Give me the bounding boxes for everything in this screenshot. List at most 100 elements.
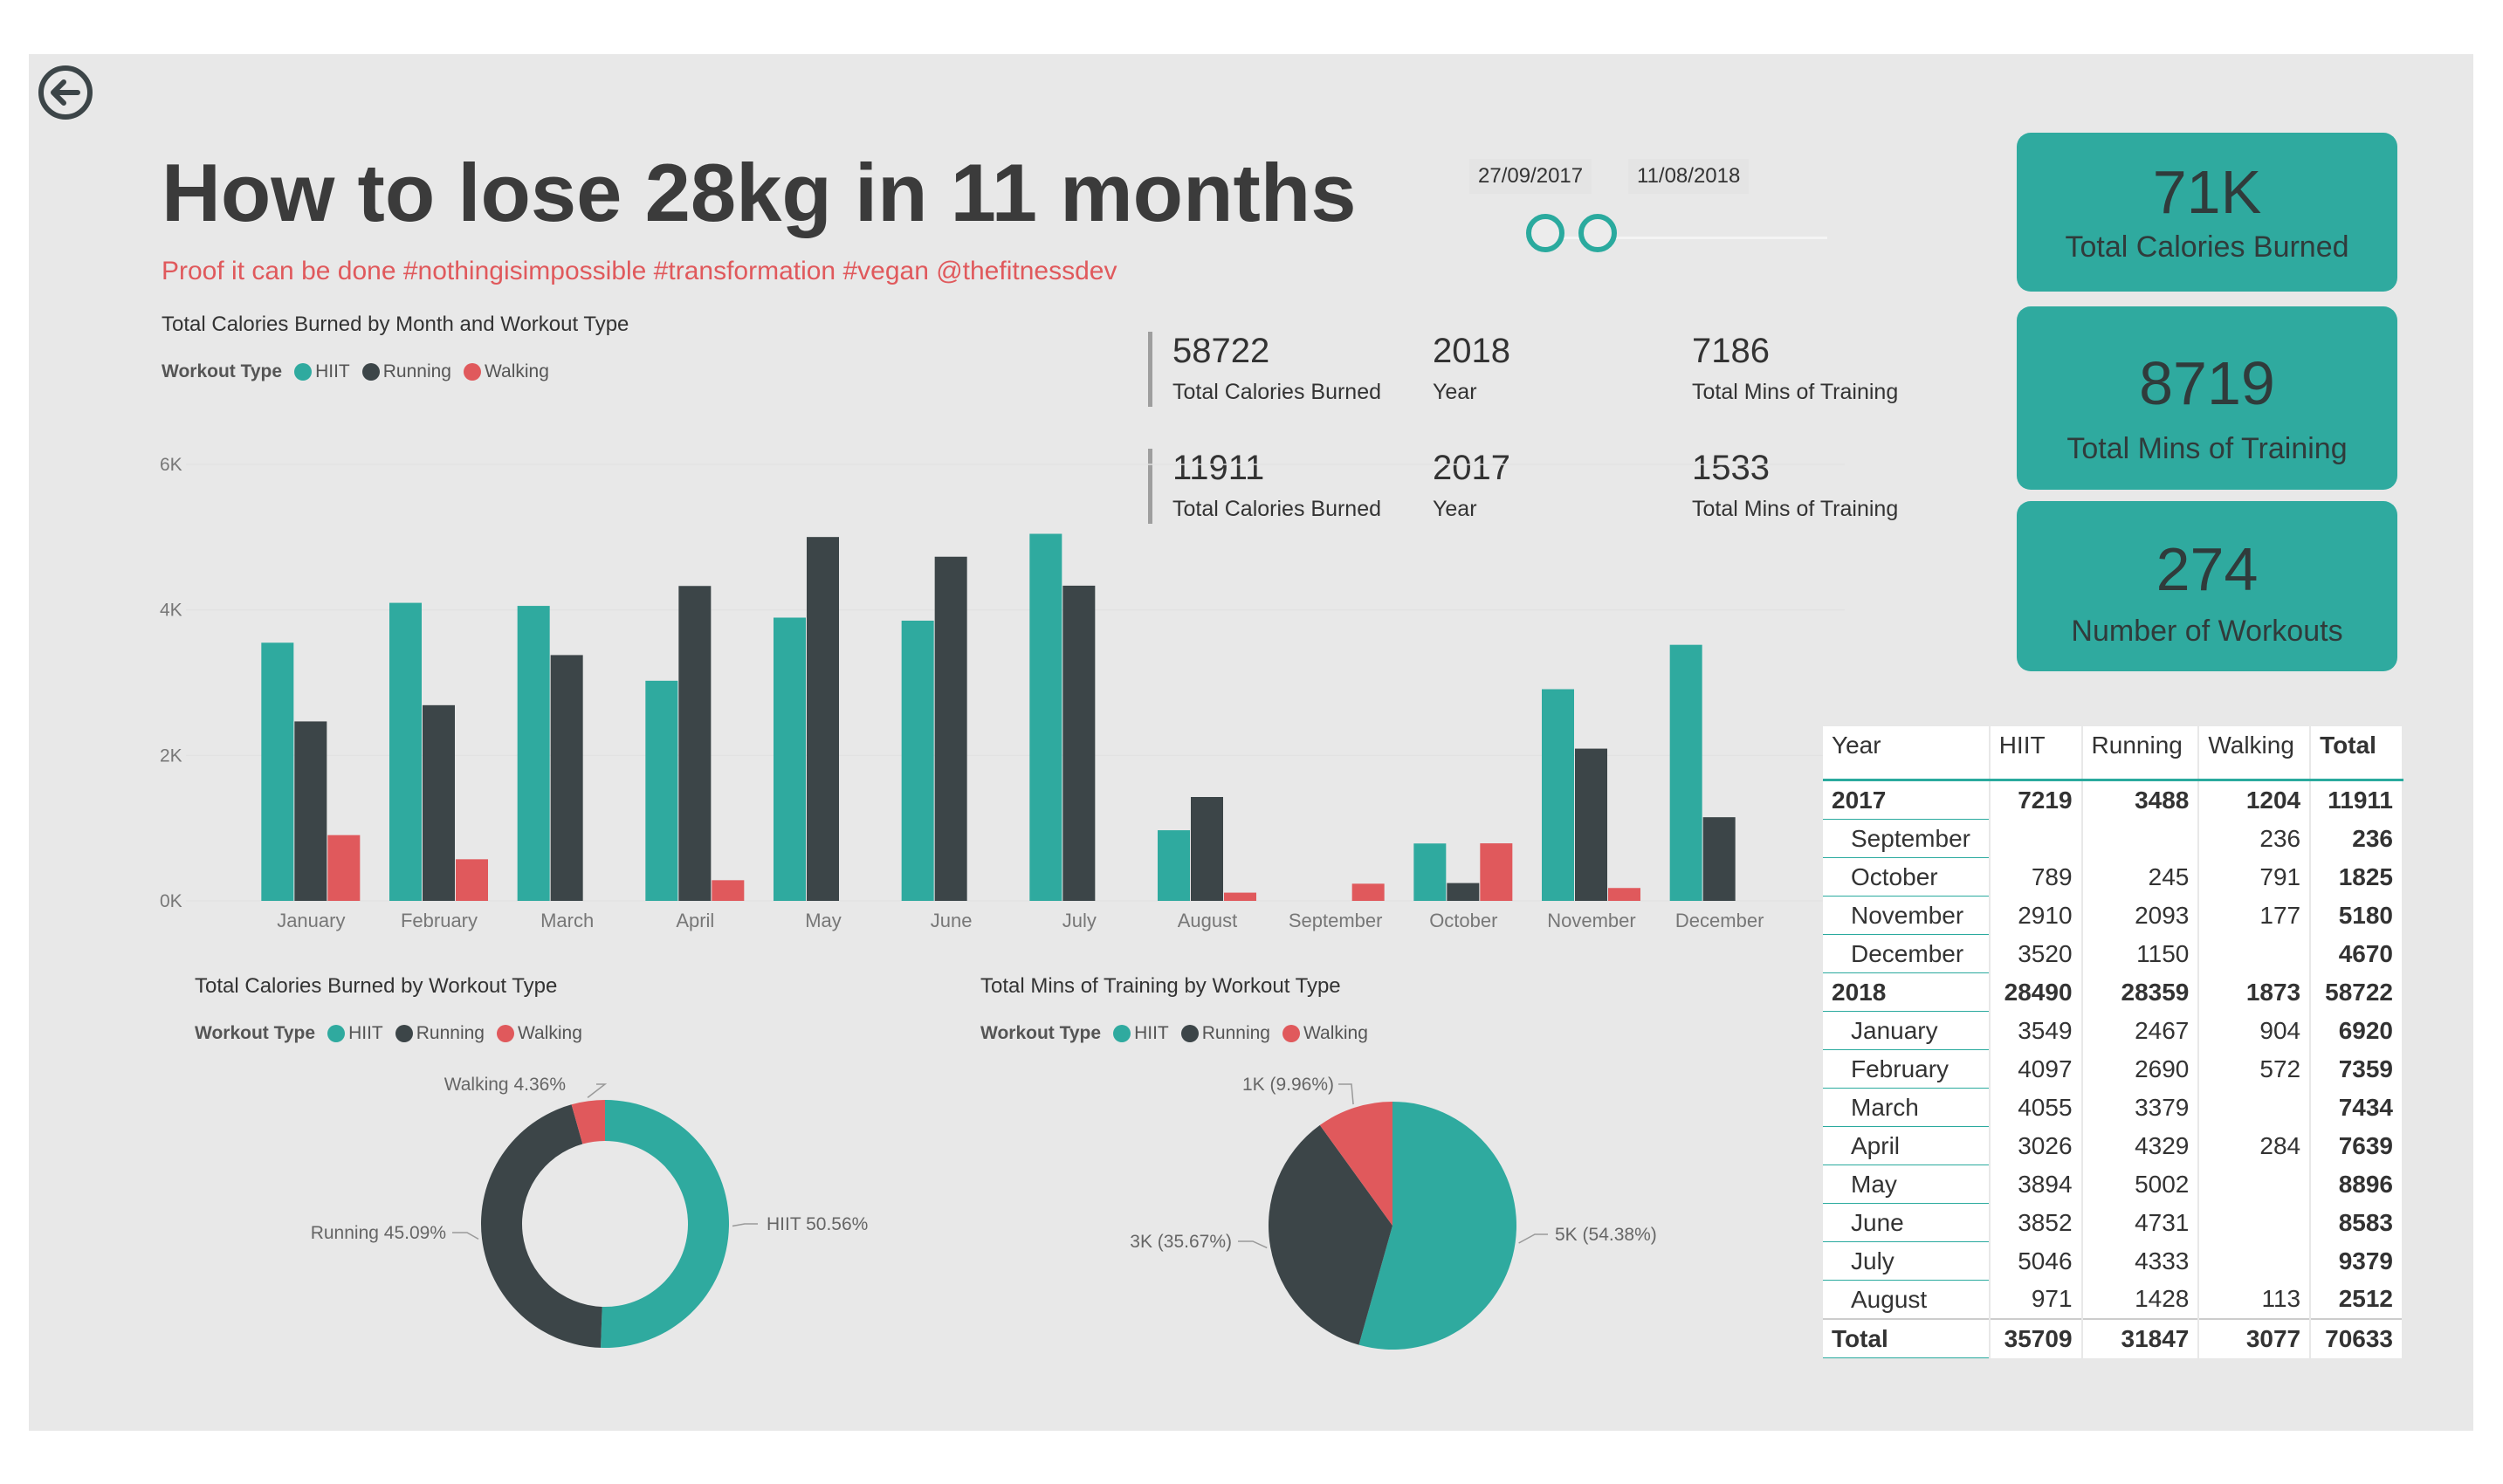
legend-title: Workout Type — [162, 361, 283, 381]
data-label: 1K (9.96%) — [1242, 1075, 1334, 1095]
bar-hiit-november[interactable] — [1542, 689, 1574, 902]
legend-item-walking[interactable]: Walking — [463, 361, 549, 382]
matrix-cell: 35709 — [1989, 1318, 2083, 1358]
legend-item-running[interactable]: Running — [1180, 1023, 1270, 1044]
bar-hiit-april[interactable] — [645, 680, 678, 901]
matrix-cell: 113 — [2198, 1280, 2312, 1319]
bar-walking-november[interactable] — [1608, 888, 1640, 901]
slice-hiit[interactable] — [601, 1100, 729, 1348]
matrix-cell: 3549 — [1989, 1011, 2083, 1050]
matrix-row-label: October — [1823, 857, 1991, 897]
y-tick-label: 2K — [160, 745, 182, 766]
bar-running-march[interactable] — [550, 655, 583, 901]
kpi-card-workouts: 274 Number of Workouts — [2017, 501, 2397, 671]
matrix-cell: 4055 — [1989, 1088, 2083, 1127]
kpi-label: Total Calories Burned — [2065, 230, 2349, 264]
matrix-column-header[interactable]: Running — [2081, 726, 2200, 781]
legend-label: HIIT — [348, 1023, 383, 1043]
bar-running-october[interactable] — [1447, 883, 1480, 901]
page-subtitle: Proof it can be done #nothingisimpossibl… — [162, 257, 1117, 285]
matrix-row: February 4097 2690 572 7359 — [1823, 1049, 2403, 1089]
matrix-cell: 2093 — [2081, 896, 2200, 935]
matrix-row: May 3894 5002 8896 — [1823, 1165, 2403, 1204]
matrix-row-label[interactable]: 2018 — [1823, 972, 1991, 1012]
date-start-input[interactable]: 27/09/2017 — [1469, 159, 1592, 194]
bar-running-june[interactable] — [934, 556, 967, 901]
x-tick-label: February — [401, 910, 478, 931]
bar-running-january[interactable] — [294, 721, 327, 901]
legend-item-running[interactable]: Running — [361, 361, 451, 382]
bar-walking-august[interactable] — [1224, 892, 1256, 901]
matrix-row-label[interactable]: 2017 — [1823, 780, 1991, 820]
date-end-input[interactable]: 11/08/2018 — [1628, 159, 1750, 194]
matrix-cell: 28490 — [1989, 972, 2083, 1012]
matrix-column-header[interactable]: Year — [1823, 726, 1991, 781]
matrix-cell: 4731 — [2081, 1203, 2200, 1242]
matrix-row-label: May — [1823, 1165, 1991, 1204]
legend-item-running[interactable]: Running — [395, 1023, 485, 1044]
bar-walking-september[interactable] — [1351, 883, 1385, 901]
matrix-row-label: Total — [1823, 1318, 1991, 1358]
bar-running-december[interactable] — [1702, 817, 1736, 901]
bar-walking-february[interactable] — [456, 859, 488, 901]
matrix-row-label: July — [1823, 1241, 1991, 1281]
matrix-cell: 572 — [2198, 1049, 2312, 1089]
bar-running-february[interactable] — [423, 704, 455, 901]
matrix-cell: 1873 — [2198, 972, 2312, 1012]
matrix-cell: 3077 — [2198, 1318, 2312, 1358]
legend-item-hiit[interactable]: HIIT — [1113, 1023, 1169, 1044]
report-canvas: How to lose 28kg in 11 months Proof it c… — [29, 54, 2473, 1431]
y-tick-label: 6K — [160, 455, 182, 475]
bar-hiit-july[interactable] — [1029, 533, 1062, 902]
data-label: Walking 4.36% — [444, 1075, 566, 1095]
bar-running-august[interactable] — [1191, 797, 1223, 901]
matrix-cell: 791 — [2198, 857, 2312, 897]
bar-running-november[interactable] — [1575, 748, 1607, 901]
date-slider-start-handle[interactable] — [1526, 214, 1564, 252]
stat-calories-label: Total Calories Burned — [1172, 380, 1382, 404]
bar-hiit-december[interactable] — [1669, 644, 1702, 901]
matrix-cell: 1428 — [2081, 1280, 2200, 1319]
legend-item-hiit[interactable]: HIIT — [327, 1023, 383, 1044]
page-title: How to lose 28kg in 11 months — [162, 147, 1357, 238]
legend-item-walking[interactable]: Walking — [496, 1023, 582, 1044]
matrix-column-header[interactable]: HIIT — [1989, 726, 2083, 781]
matrix-cell — [2198, 1203, 2312, 1242]
bar-hiit-february[interactable] — [389, 602, 422, 901]
matrix-cell: 4670 — [2310, 934, 2403, 973]
date-slider-end-handle[interactable] — [1578, 214, 1617, 252]
stat-mins-label: Total Mins of Training — [1692, 380, 1899, 404]
bar-running-july[interactable] — [1062, 585, 1096, 901]
matrix-row: August 971 1428 113 2512 — [1823, 1280, 2403, 1320]
matrix-cell: 3852 — [1989, 1203, 2083, 1242]
matrix-column-header[interactable]: Walking — [2198, 726, 2312, 781]
matrix-row: November 2910 2093 177 5180 — [1823, 896, 2403, 935]
bar-hiit-june[interactable] — [901, 621, 934, 901]
bar-hiit-october[interactable] — [1413, 843, 1447, 901]
matrix-column-header[interactable]: Total — [2310, 726, 2403, 781]
matrix-cell: 7219 — [1989, 780, 2083, 820]
bar-running-may[interactable] — [807, 537, 839, 901]
bar-walking-october[interactable] — [1480, 843, 1513, 901]
matrix-cell: 5002 — [2081, 1165, 2200, 1204]
back-arrow-icon[interactable] — [38, 65, 93, 120]
bar-running-april[interactable] — [678, 586, 712, 901]
bar-hiit-may[interactable] — [774, 617, 806, 902]
bar-hiit-january[interactable] — [261, 642, 294, 901]
bar-walking-january[interactable] — [327, 835, 361, 901]
bar-hiit-march[interactable] — [517, 606, 550, 901]
bar-hiit-august[interactable] — [1158, 830, 1190, 901]
x-tick-label: March — [540, 910, 594, 931]
x-tick-label: November — [1547, 910, 1635, 931]
stat-divider — [1148, 332, 1152, 407]
legend-item-hiit[interactable]: HIIT — [294, 361, 350, 382]
bar-walking-april[interactable] — [712, 880, 745, 901]
legend-item-walking[interactable]: Walking — [1282, 1023, 1368, 1044]
matrix-row-label: December — [1823, 934, 1991, 973]
leader-line — [452, 1232, 479, 1240]
kpi-label: Total Mins of Training — [2066, 432, 2348, 465]
matrix-cell: 1204 — [2198, 780, 2312, 820]
x-tick-label: April — [676, 910, 714, 931]
matrix-cell: 3488 — [2081, 780, 2200, 820]
matrix-cell — [2081, 819, 2200, 858]
